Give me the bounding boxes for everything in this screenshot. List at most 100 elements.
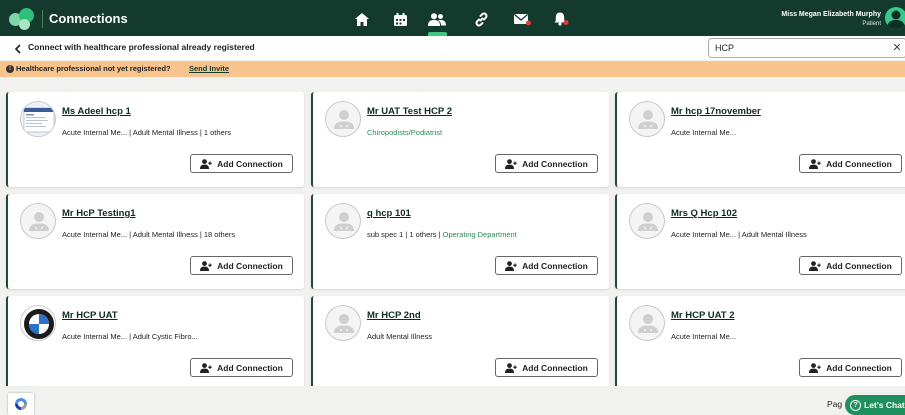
user-role: Patient	[862, 21, 881, 27]
add-connection-button[interactable]: Add Connection	[799, 154, 902, 173]
hcp-card: Mr hcp 17november Acute Internal Me... A…	[615, 92, 905, 187]
avatar	[325, 305, 361, 341]
avatar	[325, 203, 361, 239]
user-avatar[interactable]	[885, 7, 905, 29]
add-user-icon	[200, 260, 212, 271]
home-icon[interactable]	[350, 7, 374, 31]
chat-label: Let's Chat	[864, 400, 905, 410]
mail-icon[interactable]	[510, 7, 534, 31]
avatar	[20, 305, 56, 341]
add-connection-button[interactable]: Add Connection	[495, 358, 598, 377]
people-icon[interactable]	[425, 7, 449, 31]
hcp-specialties: Acute Internal Me... | Adult Cystic Fibr…	[62, 332, 198, 341]
bmw-logo	[24, 309, 54, 339]
recaptcha-icon	[15, 398, 27, 410]
add-user-icon	[200, 158, 212, 169]
hcp-card: Ms Adeel hcp 1 Acute Internal Me... | Ad…	[6, 92, 304, 187]
add-user-icon	[809, 362, 821, 373]
info-icon: !	[6, 65, 14, 73]
search-input[interactable]	[708, 38, 905, 58]
button-label: Add Connection	[522, 260, 588, 271]
footer	[0, 386, 905, 415]
hcp-specialties: sub spec 1 | 1 others | Operating Depart…	[367, 230, 517, 239]
add-connection-button[interactable]: Add Connection	[495, 154, 598, 173]
notice-text: Healthcare professional not yet register…	[16, 64, 171, 73]
add-connection-button[interactable]: Add Connection	[190, 154, 293, 173]
hcp-specialties: Acute Internal Me... | Adult Mental Illn…	[62, 230, 236, 239]
avatar	[629, 203, 665, 239]
bell-icon[interactable]	[549, 7, 573, 31]
hcp-card: Mr UAT Test HCP 2 Chiropodists/Podiatris…	[311, 92, 609, 187]
hcp-name[interactable]: Mr HCP 2nd	[367, 310, 421, 321]
help-icon: ?	[850, 399, 861, 411]
hcp-specialties: Acute Internal Me... | Adult Mental Illn…	[671, 230, 807, 239]
hcp-specialties: Acute Internal Me...	[671, 332, 737, 341]
button-label: Add Connection	[217, 362, 283, 373]
add-connection-button[interactable]: Add Connection	[495, 256, 598, 275]
hcp-card: Mrs Q Hcp 102 Acute Internal Me... | Adu…	[615, 194, 905, 289]
hcp-card: Mr HCP 2nd Adult Mental Illness Add Conn…	[311, 296, 609, 391]
add-user-icon	[505, 158, 517, 169]
chevron-left-icon[interactable]	[12, 42, 24, 54]
link-icon[interactable]	[469, 7, 493, 31]
default-user-icon	[334, 110, 354, 129]
hcp-card: Mr HCP UAT 2 Acute Internal Me... Add Co…	[615, 296, 905, 391]
button-label: Add Connection	[826, 362, 892, 373]
screenshot-image	[21, 102, 55, 136]
hcp-card: Mr HcP Testing1 Acute Internal Me... | A…	[6, 194, 304, 289]
hcp-name[interactable]: Mr hcp 17november	[671, 106, 761, 117]
hcp-name[interactable]: Ms Adeel hcp 1	[62, 106, 131, 117]
button-label: Add Connection	[826, 260, 892, 271]
button-label: Add Connection	[522, 362, 588, 373]
add-user-icon	[505, 260, 517, 271]
hcp-name[interactable]: Mr UAT Test HCP 2	[367, 106, 452, 117]
default-user-icon	[334, 314, 354, 333]
close-icon[interactable]: ✕	[890, 41, 904, 55]
avatar	[325, 101, 361, 137]
add-user-icon	[809, 260, 821, 271]
avatar	[20, 203, 56, 239]
pagination-label: Pag	[827, 399, 843, 409]
calendar-icon[interactable]	[388, 7, 412, 31]
avatar	[629, 101, 665, 137]
add-connection-button[interactable]: Add Connection	[190, 358, 293, 377]
default-user-icon	[638, 110, 658, 129]
lets-chat-button[interactable]: ? Let's Chat	[845, 395, 905, 415]
default-user-icon	[638, 212, 658, 231]
invite-notice: ! Healthcare professional not yet regist…	[0, 61, 905, 77]
default-user-icon	[29, 212, 49, 231]
button-label: Add Connection	[217, 260, 283, 271]
button-label: Add Connection	[826, 158, 892, 169]
page-title: Connections	[49, 11, 128, 26]
user-name[interactable]: Miss Megan Elizabeth Murphy	[781, 11, 881, 18]
hcp-name[interactable]: Mr HcP Testing1	[62, 208, 136, 219]
add-connection-button[interactable]: Add Connection	[190, 256, 293, 275]
divider	[42, 10, 43, 28]
hcp-specialties: Adult Mental Illness	[367, 332, 433, 341]
top-bar: Connections Miss Megan Elizabeth Murphy …	[0, 0, 905, 36]
hcp-name[interactable]: Mrs Q Hcp 102	[671, 208, 737, 219]
app-logo[interactable]	[9, 8, 37, 30]
avatar	[629, 305, 665, 341]
add-user-icon	[809, 158, 821, 169]
button-label: Add Connection	[217, 158, 283, 169]
hcp-card: q hcp 101 sub spec 1 | 1 others | Operat…	[311, 194, 609, 289]
default-user-icon	[334, 212, 354, 231]
recaptcha-badge[interactable]	[8, 393, 34, 415]
hcp-card: Mr HCP UAT Acute Internal Me... | Adult …	[6, 296, 304, 391]
add-user-icon	[200, 362, 212, 373]
send-invite-link[interactable]: Send Invite	[189, 64, 229, 73]
avatar	[20, 101, 56, 137]
hcp-name[interactable]: Mr HCP UAT	[62, 310, 118, 321]
add-connection-button[interactable]: Add Connection	[799, 256, 902, 275]
hcp-specialties: Chiropodists/Podiatrist	[367, 128, 443, 137]
default-user-icon	[638, 314, 658, 333]
hcp-specialties: Acute Internal Me...	[671, 128, 737, 137]
hcp-specialties: Acute Internal Me... | Adult Mental Illn…	[62, 128, 231, 137]
add-user-icon	[505, 362, 517, 373]
hcp-name[interactable]: Mr HCP UAT 2	[671, 310, 735, 321]
hcp-name[interactable]: q hcp 101	[367, 208, 411, 219]
button-label: Add Connection	[522, 158, 588, 169]
add-connection-button[interactable]: Add Connection	[799, 358, 902, 377]
sub-title: Connect with healthcare professional alr…	[28, 42, 255, 52]
